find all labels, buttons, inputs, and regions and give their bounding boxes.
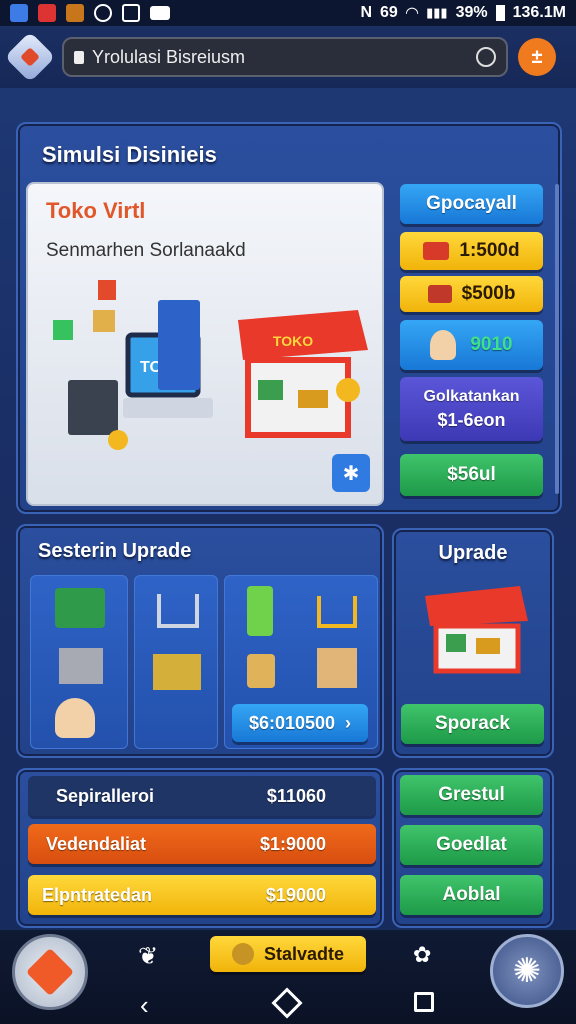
side-upgrade-title: Uprade [438, 542, 508, 564]
browser-toolbar: Yrolulasi Bisreiusm ± [0, 26, 576, 88]
scrollbar[interactable] [555, 184, 559, 494]
status-bar: N 69 ◠ ▮▮▮ 39% 136.1M [0, 0, 576, 26]
home-icon[interactable] [271, 987, 303, 1019]
status-text: 69 [380, 4, 398, 21]
app-logo-icon[interactable] [4, 31, 56, 83]
upgrade-tile-2[interactable] [134, 575, 218, 749]
box-icon [59, 648, 103, 684]
address-text: Yrolulasi Bisreiusm [92, 46, 246, 67]
jar-icon [247, 654, 275, 688]
right-button-3[interactable]: Aoblal [400, 875, 543, 915]
drink-icon [247, 586, 273, 636]
shop-title: Toko Virtl [46, 198, 146, 223]
right-button-label: Goedlat [436, 834, 507, 855]
finance-row-1[interactable]: Sepiralleroi $11060 [28, 776, 376, 816]
square-icon [122, 4, 140, 22]
recents-icon[interactable] [414, 992, 434, 1012]
truck-icon [55, 588, 105, 628]
stall-sign-label: TOKO [273, 333, 313, 349]
lock-icon [74, 50, 84, 64]
status-tab-button[interactable]: Stalvadte [210, 936, 366, 972]
finance-row-value: $1:9000 [259, 833, 326, 854]
cart-icon [423, 242, 450, 260]
panel-title: Simulsi Disinieis [42, 142, 217, 167]
gear-icon: ✺ [512, 952, 542, 990]
data-counter: 136.1M [512, 4, 566, 21]
right-button-label: Aoblal [442, 884, 501, 905]
finance-row-label: Vedendaliat [46, 833, 147, 854]
address-bar[interactable]: Yrolulasi Bisreiusm [62, 37, 508, 77]
menu-icon: ± [531, 45, 543, 68]
finance-row-label: Elpntratedan [42, 884, 153, 905]
home-shop-button[interactable] [12, 934, 88, 1010]
money-icon [427, 285, 452, 303]
app-notification-icon [10, 4, 28, 22]
paw-icon[interactable]: ✿ [413, 942, 431, 968]
side-button-label: Golkatankan [423, 387, 520, 405]
side-button-4[interactable]: 9010 [400, 320, 543, 370]
side-button-2[interactable]: 1:500d [400, 232, 543, 270]
worker-icon [430, 330, 457, 360]
menu-button[interactable]: ± [518, 38, 556, 76]
cart-icon [157, 594, 199, 628]
right-button-label: Grestul [438, 784, 505, 805]
worker-icon [55, 698, 95, 738]
side-upgrade-label: Sporack [435, 713, 510, 734]
stall-illustration [425, 586, 528, 674]
slash-icon [94, 4, 112, 22]
back-icon[interactable]: ‹ [140, 990, 149, 1021]
nfc-icon: N [360, 4, 373, 21]
shop-card[interactable]: Toko Virtl Senmarhen Sorlanaakd TOKO TOK… [26, 182, 384, 506]
right-button-2[interactable]: Goedlat [400, 825, 543, 865]
finance-row-value: $19000 [265, 884, 326, 905]
side-button-3[interactable]: $500b [400, 276, 543, 312]
side-button-sublabel: $1-6eon [437, 409, 506, 430]
app-notification-icon [38, 4, 56, 22]
reload-icon[interactable] [476, 47, 496, 67]
upgrade-price-label: $6:010500 [248, 712, 336, 733]
side-button-label: $500b [461, 283, 516, 304]
side-button-1[interactable]: Gpocayall [400, 184, 543, 224]
shop-illustration: TOKO TOKO [53, 280, 368, 450]
box-icon [153, 654, 201, 690]
cart-icon [317, 596, 357, 628]
shop-icon [25, 947, 75, 997]
side-button-label: Gpocayall [426, 193, 517, 214]
finance-row-3[interactable]: Elpntratedan $19000 [28, 875, 376, 915]
upgrade-price-button[interactable]: $6:010500 › [232, 704, 368, 742]
upgrade-title: Sesterin Uprade [38, 540, 192, 562]
signal-icon: ▮▮▮ [426, 5, 448, 20]
gear-icon: ✱ [342, 462, 360, 485]
coin-icon [231, 943, 254, 965]
app-notification-icon [66, 4, 84, 22]
box-icon [317, 648, 357, 688]
side-upgrade-button[interactable]: Sporack [401, 704, 544, 744]
leaf-icon[interactable]: ❦ [138, 942, 158, 971]
side-button-6[interactable]: $56ul [400, 454, 543, 496]
shop-subtitle: Senmarhen Sorlanaakd [46, 240, 246, 261]
finance-row-label: Sepiralleroi [56, 785, 155, 806]
chevron-right-icon: › [345, 712, 352, 733]
mail-icon [150, 6, 170, 20]
upgrade-tile-1[interactable] [30, 575, 128, 749]
settings-button[interactable]: ✺ [490, 934, 564, 1008]
finance-row-2[interactable]: Vedendaliat $1:9000 [28, 824, 376, 864]
side-button-label: 1:500d [459, 240, 520, 261]
battery-percent: 39% [455, 4, 488, 21]
right-button-1[interactable]: Grestul [400, 775, 543, 815]
wifi-icon: ◠ [405, 5, 419, 22]
battery-icon [495, 5, 505, 21]
bottom-nav: ❦ Stalvadte ✿ ✺ ‹ [0, 930, 576, 1024]
status-tab-label: Stalvadte [263, 943, 345, 964]
side-button-label: $56ul [447, 464, 496, 485]
settings-gear-button[interactable]: ✱ [332, 454, 370, 492]
finance-row-value: $11060 [266, 785, 326, 806]
side-button-5[interactable]: Golkatankan $1-6eon [400, 377, 543, 441]
side-button-label: 9010 [470, 334, 513, 355]
